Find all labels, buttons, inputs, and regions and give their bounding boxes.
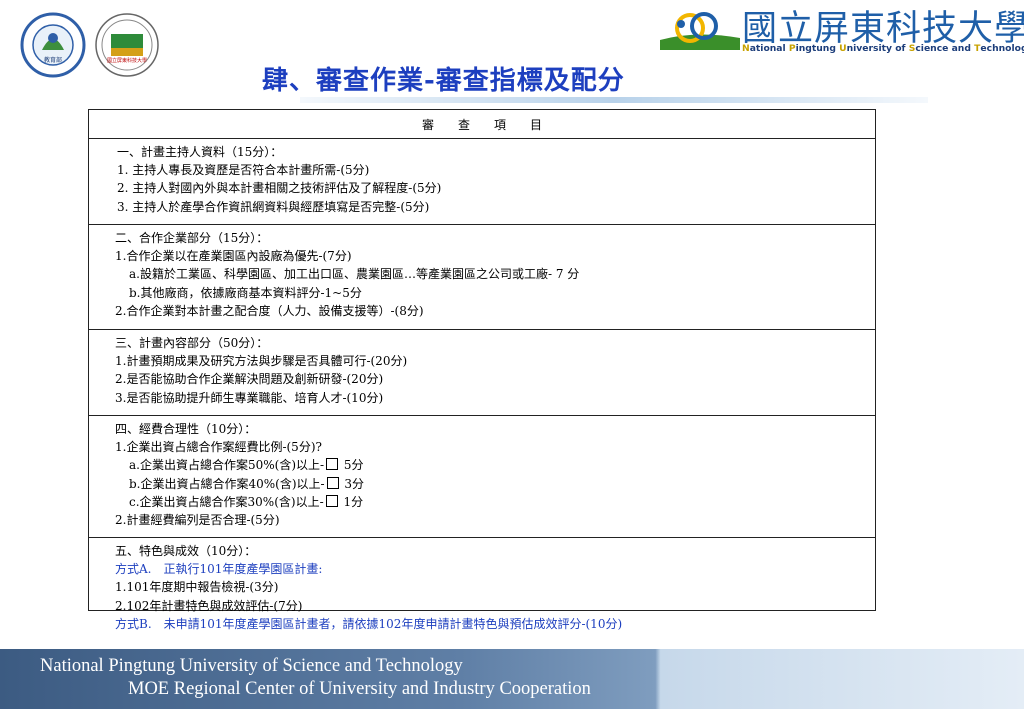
criteria-section: 一、計畫主持人資料（15分）： 1. 主持人專長及資歷是否符合本計畫所需-(5分)… — [89, 139, 875, 225]
criteria-line: 2.102年計畫特色與成效評估-(7分) — [115, 598, 303, 613]
criteria-line: 1.101年度期中報告檢視-(3分) — [115, 580, 279, 595]
university-en-initial: N — [742, 43, 750, 54]
criteria-line: 五、特色與成效（10分）： — [115, 544, 257, 558]
criteria-section: 二、合作企業部分（15分）： 1.合作企業以在產業園區內設廠為優先-(7分) a.設… — [89, 225, 875, 330]
criteria-line: 方式A. 正執行101年度產學園區計畫: — [115, 562, 323, 577]
criteria-line: 1.企業出資占總合作案經費比例-(5分)? — [115, 440, 322, 455]
criteria-line: a.設籍於工業區、科學園區、加工出口區、農業園區…等產業園區之公司或工廠- 7 … — [129, 267, 580, 282]
university-en-word: cience and — [915, 43, 975, 54]
criteria-line: 一、計畫主持人資料（15分）： — [117, 145, 283, 159]
npust-seal-icon: 國立屏東科技大學 — [95, 13, 159, 77]
checkbox-square-icon — [325, 494, 338, 507]
criteria-text: b.企業出資占總合作案40%(含)以上- — [129, 476, 325, 491]
criteria-line: a.企業出資占總合作案50%(含)以上- 5分 — [115, 456, 875, 474]
university-en-word: niversity of — [846, 43, 909, 54]
checkbox-square-icon — [326, 458, 339, 471]
criteria-section: 四、經費合理性（10分）： 1.企業出資占總合作案經費比例-(5分)? a.企業出資… — [89, 416, 875, 538]
title-underline — [300, 97, 928, 103]
university-en-initial: P — [788, 43, 796, 54]
university-en-word: ingtung — [795, 43, 840, 54]
university-en-initial: U — [839, 43, 847, 54]
criteria-text: c.企業出資占總合作案30%(含)以上- — [129, 494, 324, 509]
checkbox-square-icon — [326, 476, 339, 489]
criteria-section: 五、特色與成效（10分）： 方式A. 正執行101年度產學園區計畫: 1.101年度… — [89, 538, 875, 631]
npust-mark-icon — [660, 12, 740, 50]
university-en-word: echnology — [980, 43, 1024, 54]
page-title: 肆、審查作業-審查指標及配分 — [262, 66, 625, 96]
criteria-line: 1.計畫預期成果及研究方法與步驟是否具體可行-(20分) — [115, 354, 408, 369]
footer-line-2: MOE Regional Center of University and In… — [128, 679, 591, 699]
criteria-line: 2.是否能協助合作企業解決問題及創新研發-(20分) — [115, 372, 384, 387]
criteria-line: 3.是否能協助提升師生專業職能、培育人才-(10分) — [115, 390, 384, 405]
criteria-text: a.企業出資占總合作案50%(含)以上- — [129, 458, 325, 473]
criteria-line: 2. 主持人對國內外與本計畫相關之技術評估及了解程度-(5分) — [117, 181, 442, 196]
footer-line-1: National Pingtung University of Science … — [40, 656, 463, 676]
criteria-line: 四、經費合理性（10分）： — [115, 422, 257, 436]
criteria-line: 二、合作企業部分（15分）： — [115, 231, 269, 245]
criteria-score: 3分 — [340, 476, 365, 491]
table-body: 一、計畫主持人資料（15分）： 1. 主持人專長及資歷是否符合本計畫所需-(5分)… — [89, 139, 875, 631]
table-header: 審 查 項 目 — [89, 110, 875, 139]
criteria-line: b.企業出資占總合作案40%(含)以上- 3分 — [115, 475, 875, 493]
criteria-line: b.其他廠商，依據廠商基本資料評分-1~5分 — [129, 285, 362, 300]
criteria-line: 2.合作企業對本計畫之配合度（人力、設備支援等）-(8分) — [115, 303, 424, 318]
moe-logo-text: 教育部 — [44, 56, 62, 64]
criteria-line: 3. 主持人於產學合作資訊網資料與經歷填寫是否完整-(5分) — [117, 199, 430, 214]
moe-logo-icon: 教育部 — [20, 12, 86, 78]
criteria-line: 1. 主持人專長及資歷是否符合本計畫所需-(5分) — [117, 163, 370, 178]
npust-logo-text: 國立屏東科技大學 — [107, 57, 147, 64]
footer: National Pingtung University of Science … — [0, 649, 1024, 709]
criteria-score: 5分 — [340, 458, 364, 473]
criteria-section: 三、計畫內容部分（50分）： 1.計畫預期成果及研究方法與步驟是否具體可行-(20… — [89, 330, 875, 416]
criteria-line: 1.合作企業以在產業園區內設廠為優先-(7分) — [115, 249, 352, 264]
criteria-score: 1分 — [339, 494, 364, 509]
university-name-en: National Pingtung University of Science … — [742, 43, 1024, 54]
criteria-line: 三、計畫內容部分（50分）： — [115, 336, 269, 350]
university-en-word: ational — [749, 43, 789, 54]
criteria-line: c.企業出資占總合作案30%(含)以上- 1分 — [115, 493, 875, 511]
review-criteria-table: 審 查 項 目 一、計畫主持人資料（15分）： 1. 主持人專長及資歷是否符合本計… — [88, 109, 876, 631]
criteria-line: 方式B. 未申請101年度產學園區計畫者，請依據102年度申請計畫特色與預估成效… — [115, 616, 623, 631]
criteria-line: 2.計畫經費編列是否合理-(5分) — [115, 513, 280, 528]
